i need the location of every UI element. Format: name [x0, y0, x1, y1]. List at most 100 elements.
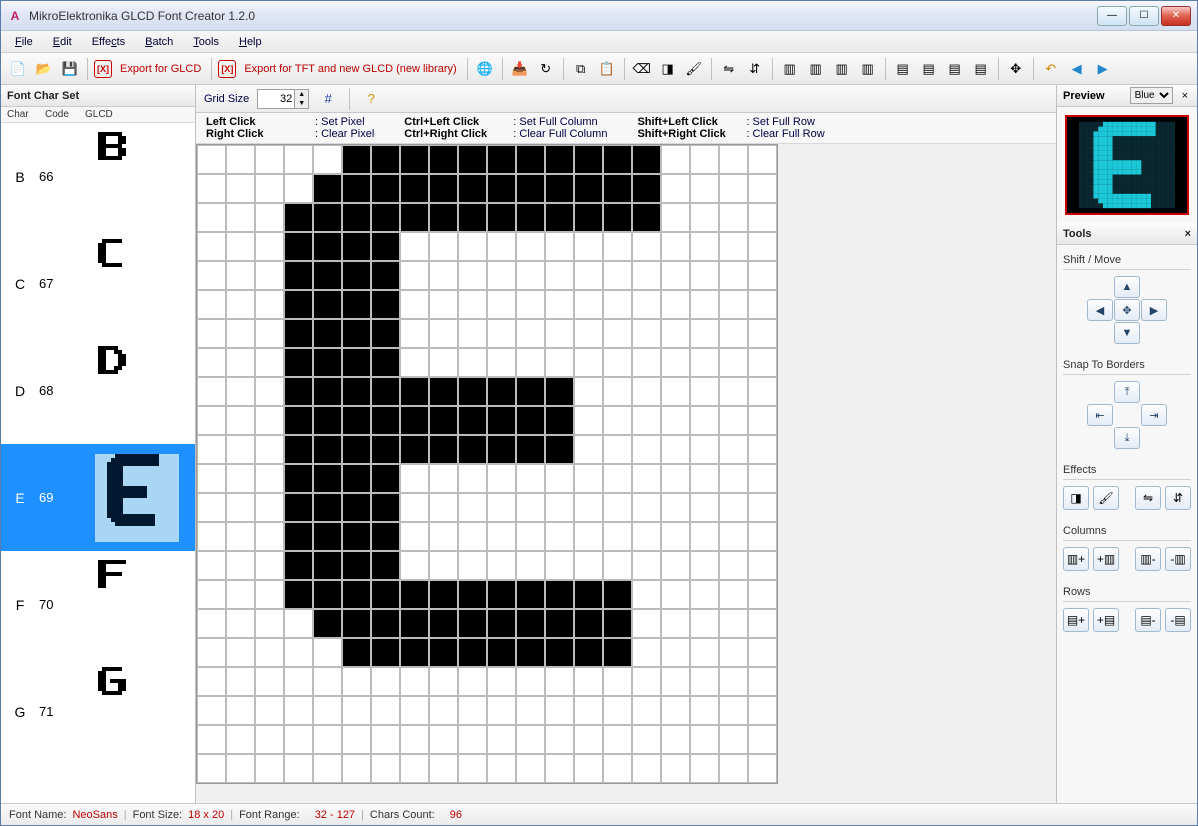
flip-h-icon[interactable]: ⇋: [718, 58, 740, 80]
pixel-cell[interactable]: [661, 696, 690, 725]
pixel-cell[interactable]: [255, 638, 284, 667]
pixel-cell[interactable]: [371, 290, 400, 319]
pixel-cell[interactable]: [603, 319, 632, 348]
pixel-cell[interactable]: [458, 232, 487, 261]
pixel-cell[interactable]: [400, 290, 429, 319]
brush-icon[interactable]: 🖌: [683, 58, 705, 80]
pixel-cell[interactable]: [400, 435, 429, 464]
row-del-top-icon[interactable]: ▤: [944, 58, 966, 80]
pixel-cell[interactable]: [284, 377, 313, 406]
snap-top-button[interactable]: ⤒: [1114, 381, 1140, 403]
pixel-cell[interactable]: [226, 348, 255, 377]
pixel-cell[interactable]: [429, 493, 458, 522]
invert-icon[interactable]: ◨: [657, 58, 679, 80]
pixel-cell[interactable]: [690, 174, 719, 203]
open-icon[interactable]: 📂: [33, 58, 55, 80]
pixel-cell[interactable]: [719, 754, 748, 783]
pixel-cell[interactable]: [545, 580, 574, 609]
pixel-cell[interactable]: [661, 725, 690, 754]
pixel-cell[interactable]: [342, 290, 371, 319]
pixel-cell[interactable]: [284, 174, 313, 203]
pixel-cell[interactable]: [661, 406, 690, 435]
pixel-cell[interactable]: [197, 348, 226, 377]
pixel-cell[interactable]: [284, 406, 313, 435]
pixel-cell[interactable]: [255, 377, 284, 406]
pixel-cell[interactable]: [226, 667, 255, 696]
row-delete-top-button[interactable]: ▤-: [1135, 608, 1161, 632]
pixel-cell[interactable]: [226, 609, 255, 638]
pixel-cell[interactable]: [313, 580, 342, 609]
row-del-bot-icon[interactable]: ▤: [970, 58, 992, 80]
pixel-cell[interactable]: [719, 406, 748, 435]
pixel-cell[interactable]: [661, 522, 690, 551]
pixel-cell[interactable]: [545, 319, 574, 348]
pixel-cell[interactable]: [574, 754, 603, 783]
import-icon[interactable]: 📥: [509, 58, 531, 80]
pixel-cell[interactable]: [371, 406, 400, 435]
pixel-cell[interactable]: [226, 725, 255, 754]
pixel-cell[interactable]: [487, 348, 516, 377]
pixel-cell[interactable]: [400, 609, 429, 638]
pixel-cell[interactable]: [487, 725, 516, 754]
pixel-cell[interactable]: [719, 348, 748, 377]
pixel-cell[interactable]: [313, 754, 342, 783]
pixel-cell[interactable]: [516, 522, 545, 551]
pixel-cell[interactable]: [719, 696, 748, 725]
pixel-cell[interactable]: [255, 493, 284, 522]
pixel-cell[interactable]: [545, 203, 574, 232]
pixel-cell[interactable]: [371, 754, 400, 783]
tools-close-icon[interactable]: ×: [1185, 228, 1191, 240]
pixel-cell[interactable]: [632, 551, 661, 580]
pixel-cell[interactable]: [603, 377, 632, 406]
pixel-cell[interactable]: [371, 232, 400, 261]
pixel-cell[interactable]: [516, 232, 545, 261]
help-icon[interactable]: ?: [360, 88, 382, 110]
pixel-cell[interactable]: [400, 174, 429, 203]
pixel-cell[interactable]: [284, 551, 313, 580]
effect-fliph-button[interactable]: ⇋: [1135, 486, 1161, 510]
char-row-B[interactable]: B66: [1, 123, 195, 230]
pixel-cell[interactable]: [545, 348, 574, 377]
pixel-cell[interactable]: [313, 377, 342, 406]
pixel-cell[interactable]: [197, 174, 226, 203]
pixel-cell[interactable]: [748, 464, 777, 493]
pixel-cell[interactable]: [545, 667, 574, 696]
pixel-cell[interactable]: [429, 638, 458, 667]
pixel-cell[interactable]: [719, 493, 748, 522]
pixel-cell[interactable]: [429, 319, 458, 348]
pixel-cell[interactable]: [400, 406, 429, 435]
pixel-cell[interactable]: [342, 580, 371, 609]
pixel-cell[interactable]: [487, 145, 516, 174]
pixel-cell[interactable]: [255, 145, 284, 174]
pixel-cell[interactable]: [690, 348, 719, 377]
pixel-cell[interactable]: [487, 232, 516, 261]
pixel-cell[interactable]: [690, 232, 719, 261]
pixel-cell[interactable]: [371, 464, 400, 493]
pixel-cell[interactable]: [719, 638, 748, 667]
pixel-cell[interactable]: [313, 290, 342, 319]
pixel-cell[interactable]: [603, 725, 632, 754]
pixel-cell[interactable]: [458, 145, 487, 174]
pixel-cell[interactable]: [371, 522, 400, 551]
pixel-cell[interactable]: [429, 203, 458, 232]
pixel-cell[interactable]: [690, 551, 719, 580]
pixel-cell[interactable]: [487, 754, 516, 783]
pixel-cell[interactable]: [661, 319, 690, 348]
pixel-cell[interactable]: [545, 232, 574, 261]
pixel-cell[interactable]: [690, 261, 719, 290]
menu-batch[interactable]: Batch: [137, 34, 181, 50]
pixel-cell[interactable]: [748, 551, 777, 580]
pixel-cell[interactable]: [661, 232, 690, 261]
pixel-cell[interactable]: [545, 609, 574, 638]
pixel-cell[interactable]: [458, 348, 487, 377]
pixel-cell[interactable]: [574, 319, 603, 348]
pixel-cell[interactable]: [197, 464, 226, 493]
pixel-cell[interactable]: [748, 348, 777, 377]
pixel-cell[interactable]: [197, 406, 226, 435]
pixel-cell[interactable]: [400, 725, 429, 754]
pixel-cell[interactable]: [342, 464, 371, 493]
pixel-cell[interactable]: [458, 290, 487, 319]
pixel-cell[interactable]: [226, 493, 255, 522]
pixel-cell[interactable]: [458, 551, 487, 580]
pixel-cell[interactable]: [661, 203, 690, 232]
